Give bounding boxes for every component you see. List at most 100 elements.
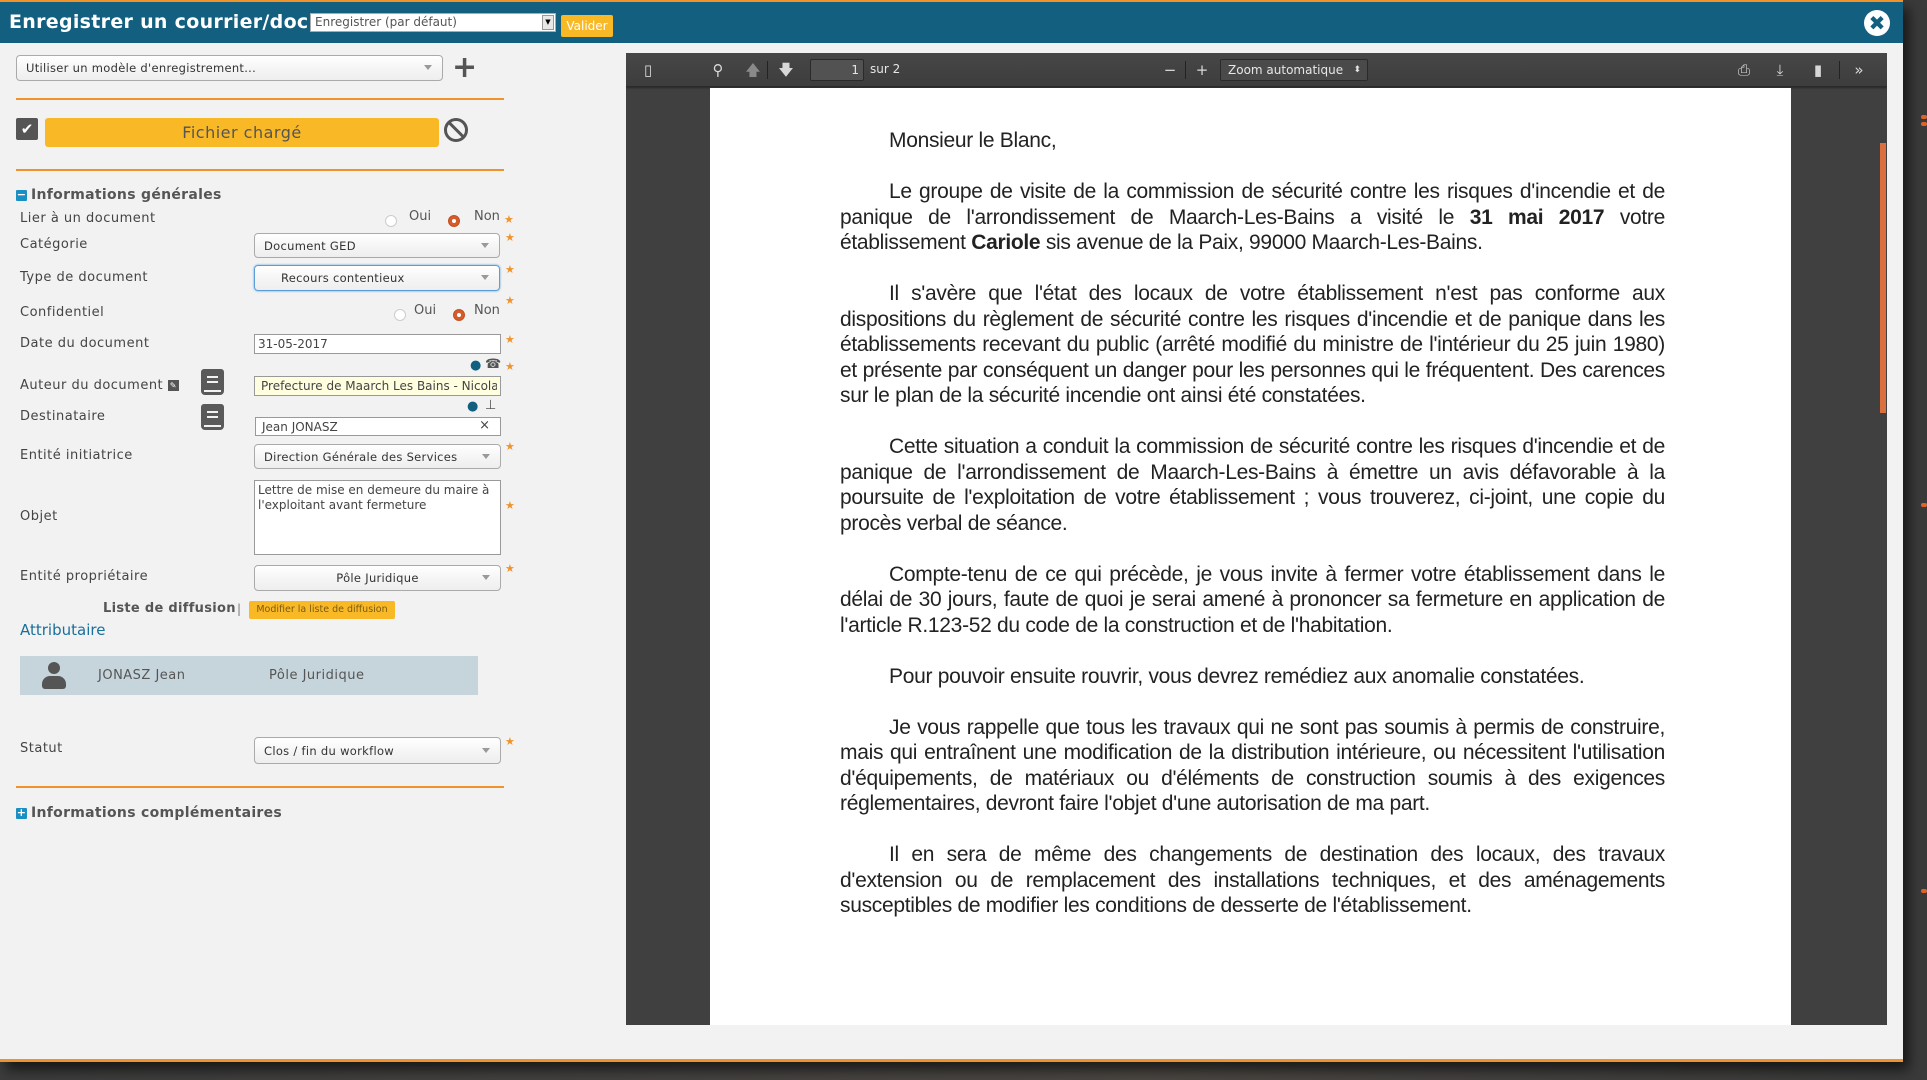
required-star-icon: ★ <box>505 562 515 575</box>
field-label: Auteur du document ✎ <box>20 378 179 393</box>
field-label: Statut <box>20 741 63 756</box>
radio-link-oui[interactable] <box>385 215 397 227</box>
checkbox-checked-icon[interactable]: ✔ <box>16 118 38 140</box>
subject-textarea[interactable]: Lettre de mise en demeure du maire à l'e… <box>254 480 501 555</box>
required-star-icon: ★ <box>505 360 515 373</box>
field-label: Entité initiatrice <box>20 448 133 463</box>
field-label: Lier à un document <box>20 211 156 226</box>
doc-type-value: Recours contentieux <box>281 271 405 285</box>
field-label: Objet <box>20 509 58 524</box>
org-chart-icon[interactable]: ⊥ <box>485 398 496 413</box>
pdf-toolbar: ▯ ⚲ 🡅 🡇 1 sur 2 − + Zoom automatique ⬍ ⎙… <box>626 53 1887 87</box>
recipient-value: Jean JONASZ <box>262 419 338 434</box>
zoom-select[interactable]: Zoom automatique ⬍ <box>1220 59 1368 81</box>
author-input[interactable]: Prefecture de Maarch Les Bains - Nicolas <box>254 376 501 396</box>
register-mode-select[interactable]: Enregistrer (par défaut) ▼ <box>310 13 556 32</box>
doc-type-select[interactable]: Recours contentieux <box>254 265 500 291</box>
pdf-scrollbar[interactable] <box>1880 143 1886 413</box>
background-marker <box>1921 889 1927 893</box>
address-book-icon[interactable] <box>201 404 224 430</box>
field-label: Catégorie <box>20 237 88 252</box>
edit-icon[interactable]: ✎ <box>167 380 179 391</box>
separator <box>1185 61 1186 79</box>
modal-title: Enregistrer un courrier/doc : <box>9 11 324 33</box>
recipient-input[interactable]: Jean JONASZ × <box>255 417 501 436</box>
required-star-icon: ★ <box>505 231 515 244</box>
paragraph: Je vous rappelle que tous les travaux qu… <box>840 715 1665 816</box>
separator: | <box>237 602 242 616</box>
model-select-value: Utiliser un modèle d'enregistrement... <box>26 61 257 75</box>
chevron-down-icon <box>424 65 432 70</box>
valider-button[interactable]: Valider <box>561 15 613 37</box>
letter-body: Monsieur le Blanc, Le groupe de visite d… <box>840 128 1665 944</box>
complementary-info-section-toggle[interactable]: + Informations complémentaires <box>16 805 282 821</box>
required-star-icon: ★ <box>505 294 515 307</box>
download-icon[interactable]: ⤓ <box>1770 60 1790 80</box>
doc-date-value: 31-05-2017 <box>258 337 328 351</box>
paragraph: Il s'avère que l'état des locaux de votr… <box>840 282 1665 407</box>
attributaire-entity: Pôle Juridique <box>269 668 365 683</box>
visit-date: 31 mai 2017 <box>1469 205 1605 229</box>
doc-date-input[interactable]: 31-05-2017 <box>254 334 501 354</box>
clear-icon[interactable]: × <box>479 418 490 433</box>
background-marker <box>1921 115 1927 119</box>
subject-value: Lettre de mise en demeure du maire à l'e… <box>258 483 490 512</box>
chevron-down-icon <box>481 275 489 280</box>
radio-confidential-oui[interactable] <box>394 309 406 321</box>
diffusion-list-title: Liste de diffusion <box>103 601 236 616</box>
radio-label: Oui <box>409 209 432 224</box>
zoom-in-icon[interactable]: + <box>1192 60 1212 80</box>
category-select[interactable]: Document GED <box>254 233 500 258</box>
status-select[interactable]: Clos / fin du workflow <box>254 737 501 764</box>
category-value: Document GED <box>264 238 356 253</box>
page-count: sur 2 <box>870 62 901 76</box>
separator <box>1839 61 1840 79</box>
owner-entity-value: Pôle Juridique <box>336 571 419 585</box>
user-icon[interactable]: ● <box>470 358 481 373</box>
author-label: Auteur du document <box>20 378 164 393</box>
chevron-down-icon <box>482 747 490 753</box>
user-icon[interactable]: ● <box>467 399 478 414</box>
plus-icon[interactable]: + <box>452 53 477 83</box>
model-select[interactable]: Utiliser un modèle d'enregistrement... <box>16 55 443 81</box>
zoom-out-icon[interactable]: − <box>1160 60 1180 80</box>
chevron-down-icon <box>482 453 490 459</box>
section-title: Informations complémentaires <box>31 805 283 821</box>
divider <box>16 98 504 100</box>
diffusion-row: JONASZ Jean Pôle Juridique <box>20 656 478 695</box>
file-loaded-button[interactable]: Fichier chargé <box>45 118 439 147</box>
address-book-icon[interactable] <box>201 369 224 395</box>
paragraph: Compte-tenu de ce qui précède, je vous i… <box>840 562 1665 637</box>
author-value: Prefecture de Maarch Les Bains - Nicolas <box>261 379 497 393</box>
required-star-icon: ★ <box>504 213 514 226</box>
sidebar-toggle-icon[interactable]: ▯ <box>638 60 658 80</box>
background-marker <box>1921 503 1927 507</box>
chevron-down-icon <box>482 575 490 580</box>
close-icon[interactable]: ✖ <box>1864 10 1890 36</box>
attributaire-label: Attributaire <box>20 621 106 639</box>
phone-icon[interactable]: ☎ <box>485 357 501 372</box>
radio-label: Non <box>474 303 500 318</box>
next-page-icon[interactable]: 🡇 <box>776 60 796 80</box>
paragraph: Cette situation a conduit la commission … <box>840 435 1665 535</box>
search-icon[interactable]: ⚲ <box>708 60 728 80</box>
print-icon[interactable]: ⎙ <box>1733 60 1755 80</box>
radio-link-non[interactable] <box>448 215 460 227</box>
section-title: Informations générales <box>31 187 222 203</box>
field-label: Confidentiel <box>20 305 105 320</box>
owner-entity-select[interactable]: Pôle Juridique <box>254 565 501 591</box>
modal-header: Enregistrer un courrier/doc : Enregistre… <box>0 2 1903 43</box>
tools-menu-icon[interactable]: » <box>1848 60 1870 80</box>
general-info-section-toggle[interactable]: − Informations générales <box>16 187 222 203</box>
paragraph: Le groupe de visite de la commission de … <box>840 179 1665 256</box>
radio-confidential-non[interactable] <box>453 309 465 321</box>
page-number-input[interactable]: 1 <box>810 59 864 81</box>
initiating-entity-select[interactable]: Direction Générale des Services <box>254 444 501 469</box>
modify-diffusion-button[interactable]: Modifier la liste de diffusion <box>249 601 395 619</box>
radio-label: Non <box>474 209 500 224</box>
previous-page-icon[interactable]: 🡅 <box>743 60 763 80</box>
remove-file-icon[interactable] <box>444 118 468 142</box>
chevron-down-icon <box>481 242 489 248</box>
bookmark-icon[interactable]: ▮ <box>1808 60 1828 80</box>
person-icon <box>42 662 66 690</box>
